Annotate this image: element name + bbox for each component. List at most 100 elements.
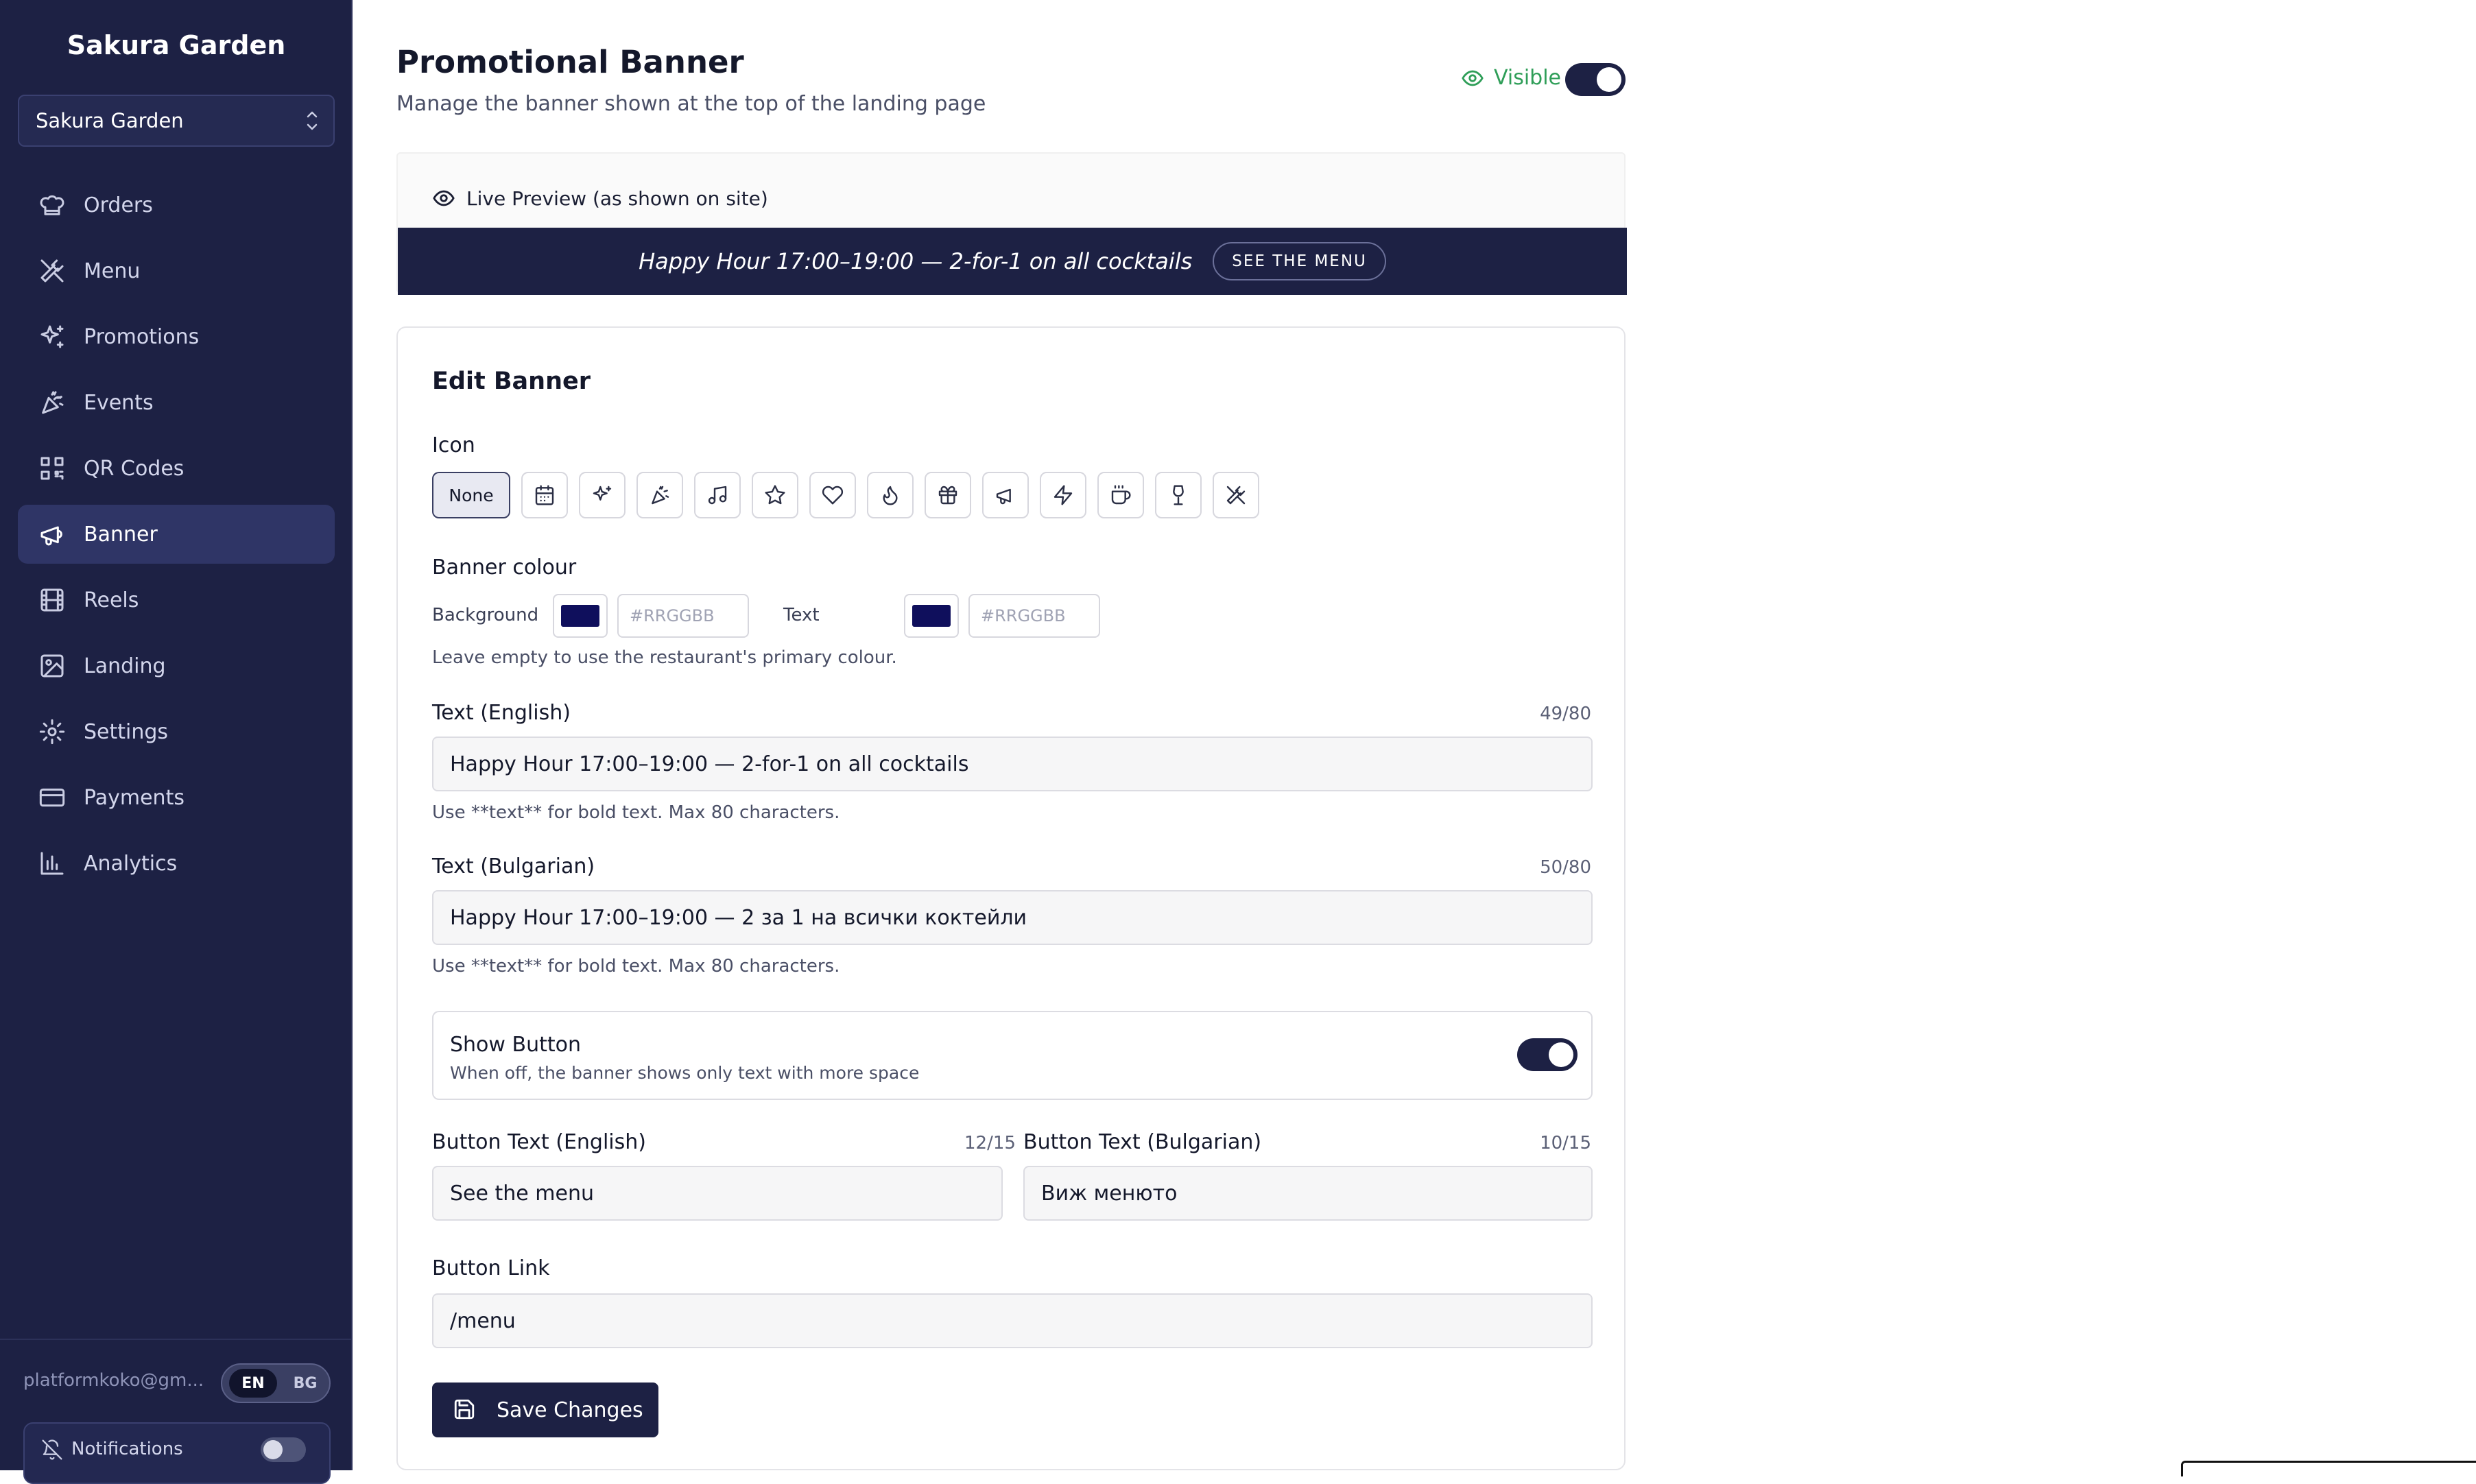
restaurant-select-value: Sakura Garden (36, 109, 184, 132)
button-text-bg-input[interactable]: Виж менюто (1023, 1166, 1593, 1221)
icon-option-music[interactable] (694, 472, 741, 518)
lang-bg-button[interactable]: BG (284, 1369, 326, 1398)
banner-preview-button[interactable]: SEE THE MENU (1213, 242, 1386, 280)
icon-option-flame[interactable] (867, 472, 914, 518)
button-text-bg-counter: 10/15 (1540, 1133, 1591, 1153)
visible-label: Visible (1494, 66, 1561, 90)
background-color-swatch[interactable] (553, 594, 608, 638)
sidebar-item-landing[interactable]: Landing (18, 636, 335, 695)
page-title: Promotional Banner (396, 44, 744, 80)
sidebar-item-menu[interactable]: Menu (18, 241, 335, 300)
icon-option-star[interactable] (752, 472, 798, 518)
icon-option-heart[interactable] (809, 472, 856, 518)
sparkles-icon (593, 486, 612, 501)
sidebar-item-label: Orders (84, 193, 153, 217)
party-popper-icon (652, 486, 669, 505)
icon-option-calendar[interactable] (521, 472, 568, 518)
text-color-swatch[interactable] (904, 594, 959, 638)
save-changes-label: Save Changes (497, 1398, 643, 1422)
flame-icon (883, 486, 898, 505)
text-colour-label: Text (783, 605, 820, 625)
heart-icon (822, 486, 844, 505)
banner-colour-label: Banner colour (432, 555, 577, 579)
sidebar-item-qr-codes[interactable]: QR Codes (18, 439, 335, 498)
sidebar-item-label: Payments (84, 785, 184, 810)
show-button-title: Show Button (450, 1033, 581, 1057)
sidebar-item-label: Promotions (84, 324, 200, 349)
sidebar-item-events[interactable]: Events (18, 373, 335, 432)
notifications-toggle[interactable] (261, 1437, 306, 1462)
language-switch[interactable]: EN BG (221, 1363, 331, 1403)
sidebar-item-payments[interactable]: Payments (18, 768, 335, 827)
notifications-row: Notifications (23, 1422, 331, 1484)
party-popper-icon (42, 391, 64, 414)
text-bg-input[interactable]: Happy Hour 17:00–19:00 — 2 за 1 на всичк… (432, 890, 1593, 945)
text-bg-label: Text (Bulgarian) (432, 854, 595, 878)
edit-banner-card: Edit Banner Icon None Banner colour Back… (396, 326, 1626, 1470)
button-text-en-input[interactable]: See the menu (432, 1166, 1003, 1221)
star-icon (765, 485, 785, 505)
bar-chart-icon (40, 852, 64, 875)
icon-label: Icon (432, 433, 475, 457)
credit-card-icon (39, 788, 65, 807)
sidebar-item-label: Landing (84, 654, 166, 678)
gear-icon (39, 719, 65, 745)
image-icon (40, 654, 64, 678)
text-bg-hint: Use **text** for bold text. Max 80 chara… (432, 956, 840, 977)
icon-option-none[interactable]: None (432, 472, 510, 518)
icon-option-sparkles[interactable] (579, 472, 626, 518)
coffee-icon (1111, 485, 1131, 505)
icon-option-utensils[interactable] (1213, 472, 1259, 518)
background-hex-input[interactable]: #RRGGBB (617, 594, 749, 638)
icon-option-megaphone[interactable] (982, 472, 1029, 518)
button-text-en-label: Button Text (English) (432, 1130, 646, 1154)
button-link-label: Button Link (432, 1256, 550, 1280)
icon-option-wine[interactable] (1155, 472, 1202, 518)
live-preview-label: Live Preview (as shown on site) (432, 187, 768, 210)
megaphone-icon (996, 488, 1011, 505)
sidebar-item-label: Settings (84, 719, 169, 744)
background-label: Background (432, 605, 539, 625)
sidebar-item-reels[interactable]: Reels (18, 571, 335, 630)
film-icon (40, 588, 64, 612)
save-changes-button[interactable]: Save Changes (432, 1383, 658, 1437)
text-en-label: Text (English) (432, 701, 571, 725)
sidebar-item-label: Analytics (84, 851, 178, 876)
utensils-icon (1226, 486, 1246, 505)
chevrons-up-down-icon (307, 111, 318, 130)
text-hex-input[interactable]: #RRGGBB (968, 594, 1100, 638)
banner-preview: Happy Hour 17:00–19:00 — 2-for-1 on all … (398, 228, 1627, 295)
icon-option-gift[interactable] (925, 472, 971, 518)
show-button-toggle[interactable] (1517, 1038, 1578, 1071)
sidebar-item-analytics[interactable]: Analytics (18, 834, 335, 893)
sidebar-item-label: Menu (84, 259, 141, 283)
icon-option-zap[interactable] (1040, 472, 1086, 518)
visible-toggle[interactable] (1565, 63, 1626, 96)
sidebar-item-orders[interactable]: Orders (18, 176, 335, 235)
button-text-bg-label: Button Text (Bulgarian) (1023, 1130, 1262, 1154)
sidebar-item-label: Events (84, 390, 154, 415)
text-en-counter: 49/80 (1540, 704, 1591, 724)
sparkles-icon (40, 325, 64, 348)
sidebar-item-promotions[interactable]: Promotions (18, 307, 335, 366)
calendar-icon (535, 485, 554, 505)
bell-off-icon (42, 1439, 62, 1460)
zap-icon (1054, 485, 1073, 505)
sidebar-item-banner[interactable]: Banner (18, 505, 335, 564)
chef-hat-icon (40, 195, 64, 215)
floating-widget-edge[interactable] (2181, 1461, 2476, 1476)
icon-option-party-popper[interactable] (636, 472, 683, 518)
megaphone-icon (40, 526, 62, 546)
user-email: platformkoko@gm... (23, 1370, 204, 1391)
icon-option-coffee[interactable] (1097, 472, 1144, 518)
eye-icon (1462, 70, 1484, 86)
edit-banner-title: Edit Banner (432, 368, 591, 395)
text-en-hint: Use **text** for bold text. Max 80 chara… (432, 802, 840, 823)
lang-en-button[interactable]: EN (229, 1369, 277, 1398)
qr-code-icon (40, 457, 64, 480)
button-link-input[interactable]: /menu (432, 1293, 1593, 1348)
sidebar-item-settings[interactable]: Settings (18, 702, 335, 761)
text-en-input[interactable]: Happy Hour 17:00–19:00 — 2-for-1 on all … (432, 737, 1593, 791)
banner-preview-text: Happy Hour 17:00–19:00 — 2-for-1 on all … (639, 248, 1193, 274)
restaurant-select[interactable]: Sakura Garden (18, 95, 335, 147)
